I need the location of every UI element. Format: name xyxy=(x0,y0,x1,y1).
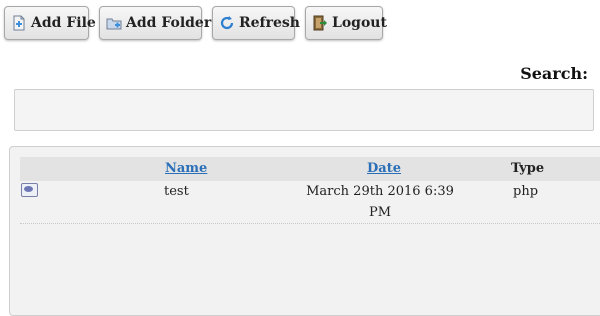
logout-button[interactable]: Logout xyxy=(305,6,387,40)
toolbar: Add File Add Folder Refresh Logout xyxy=(0,0,600,48)
table-header: Name Date Type xyxy=(20,157,600,181)
add-file-label: Add File xyxy=(31,15,96,31)
add-folder-button[interactable]: Add Folder xyxy=(99,6,211,40)
file-type: php xyxy=(513,184,539,199)
search-input[interactable] xyxy=(14,89,594,131)
refresh-button[interactable]: Refresh xyxy=(212,6,300,40)
logout-label: Logout xyxy=(332,15,387,31)
file-list-panel: Name Date Type test March 29th 2016 6:39… xyxy=(9,146,600,316)
add-file-button[interactable]: Add File xyxy=(4,6,96,40)
refresh-icon xyxy=(219,15,235,31)
sort-by-name-link[interactable]: Name xyxy=(165,161,207,176)
file-date: March 29th 2016 6:39 PM xyxy=(306,184,454,220)
add-file-icon xyxy=(11,15,27,31)
search-label: Search: xyxy=(520,64,588,83)
file-name[interactable]: test xyxy=(164,184,189,199)
column-header-date: Date xyxy=(367,161,401,176)
column-header-type: Type xyxy=(511,161,545,176)
refresh-label: Refresh xyxy=(239,15,300,31)
table-row[interactable]: test March 29th 2016 6:39 PM php xyxy=(20,181,600,224)
add-folder-icon xyxy=(106,15,122,31)
logout-icon xyxy=(312,15,328,31)
sort-by-date-link[interactable]: Date xyxy=(367,161,401,176)
php-file-icon xyxy=(21,183,38,197)
column-header-name: Name xyxy=(165,161,207,176)
add-folder-label: Add Folder xyxy=(126,15,212,31)
